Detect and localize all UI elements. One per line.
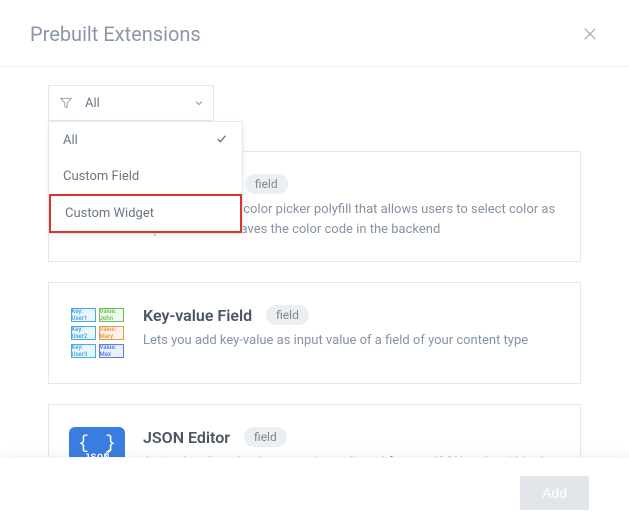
close-icon[interactable]: [581, 25, 599, 43]
filter-option-all[interactable]: All: [49, 122, 242, 159]
filter-dropdown: All Custom Field Custom Widget: [48, 121, 243, 234]
card-description: A simple editor that lets you view, edit…: [143, 453, 560, 457]
filter-option-custom-widget[interactable]: Custom Widget: [49, 194, 242, 233]
card-description: Lets you add key-value as input value of…: [143, 331, 560, 351]
type-badge: field: [245, 174, 288, 194]
card-title: Key-value Field: [143, 306, 252, 325]
add-button[interactable]: Add: [520, 476, 589, 510]
filter-select[interactable]: All: [48, 85, 214, 121]
filter-option-label: All: [63, 133, 78, 148]
key-value-icon: Key: User1Value: John Key: User2Value: M…: [69, 305, 125, 361]
extension-card[interactable]: Key: User1Value: John Key: User2Value: M…: [48, 282, 581, 384]
filter-icon: [49, 96, 83, 110]
chevron-down-icon: [185, 97, 213, 109]
filter-option-label: Custom Widget: [65, 206, 154, 221]
filter-option-label: Custom Field: [63, 169, 139, 184]
filter-selected-label: All: [83, 96, 185, 111]
filter-option-custom-field[interactable]: Custom Field: [49, 159, 242, 194]
json-editor-icon: {} JSON: [69, 427, 125, 457]
type-badge: field: [266, 305, 309, 325]
check-icon: [215, 132, 228, 149]
extension-card[interactable]: {} JSON JSON Editor field A simple edito…: [48, 404, 581, 457]
type-badge: field: [244, 427, 287, 447]
footer: Add: [0, 458, 629, 528]
page-title: Prebuilt Extensions: [30, 22, 201, 46]
card-title: JSON Editor: [143, 428, 230, 447]
